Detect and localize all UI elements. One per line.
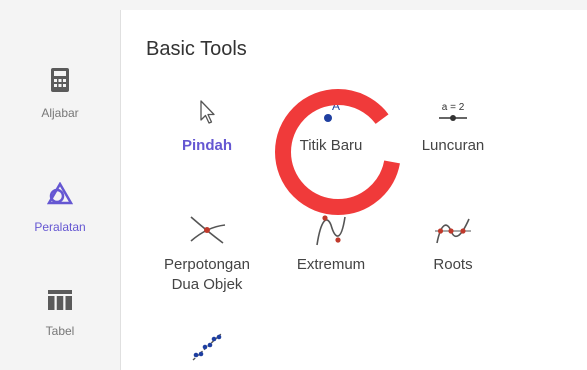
cursor-icon [200,100,215,124]
calculator-icon [51,68,69,92]
tool-label: Pindah [181,137,232,154]
roots-icon [435,218,471,244]
sidebar-item-label: Aljabar [41,106,79,120]
tool-label: Luncuran [421,137,485,154]
tool-fit-line[interactable] [152,328,262,364]
sidebar-item-aljabar[interactable]: Aljabar [0,68,120,120]
sidebar: Aljabar Peralatan Tabel [0,10,121,370]
sidebar-item-peralatan[interactable]: Peralatan [0,182,120,234]
tool-pindah[interactable]: Pindah [152,98,262,156]
sidebar-item-label: Tabel [45,324,75,338]
slider-value-text: a = 2 [442,102,465,113]
intersect-icon [190,216,226,244]
tool-luncuran[interactable]: a = 2 Luncuran [398,98,508,156]
point-label-text: A [332,99,340,113]
tool-titik-baru[interactable]: A Titik Baru [276,98,386,156]
tool-perpotongan[interactable]: Perpotongan Dua Objek [152,213,262,295]
extremum-icon [316,215,346,246]
tools-icon [47,182,73,205]
tools-panel: Basic Tools Pindah A Titik Baru a = 2 Lu… [121,10,587,370]
section-title: Basic Tools [146,38,247,60]
top-bar [0,0,587,10]
tool-label: Extremum [296,256,366,273]
table-icon [48,290,72,310]
tool-extremum[interactable]: Extremum [276,213,386,275]
tool-label: Perpotongan Dua Objek [164,256,250,293]
slider-icon: a = 2 [439,102,467,121]
sidebar-item-tabel[interactable]: Tabel [0,290,120,338]
tool-label: Roots [433,256,473,273]
point-icon: A [324,99,340,122]
fit-line-icon [192,333,222,361]
sidebar-item-label: Peralatan [34,220,86,234]
tool-roots[interactable]: Roots [398,213,508,275]
tool-label: Titik Baru [299,137,363,154]
